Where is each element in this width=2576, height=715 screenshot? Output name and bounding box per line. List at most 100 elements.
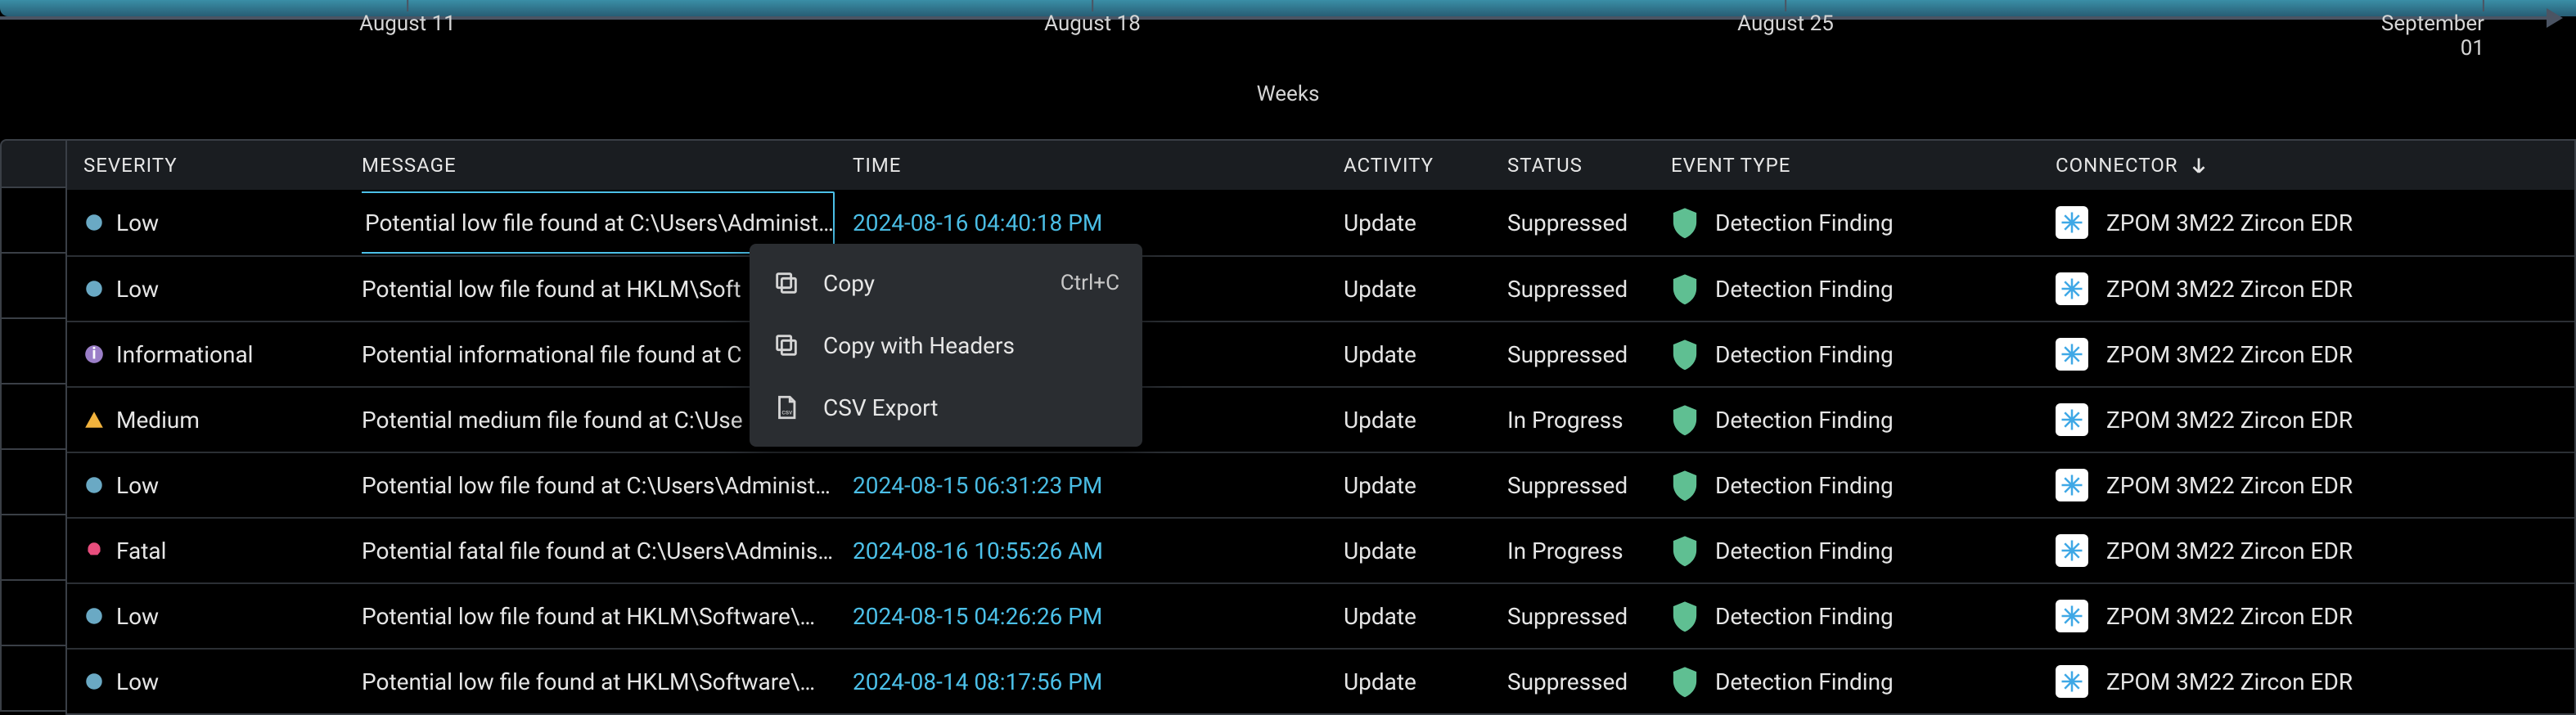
stub-cell[interactable]: [0, 188, 65, 254]
severity-fatal-icon: [83, 540, 105, 561]
severity-label: Fatal: [116, 537, 166, 564]
connector-label: ZPOM 3M22 Zircon EDR: [2106, 537, 2353, 564]
cell-event-type[interactable]: Detection Finding: [1671, 535, 2056, 566]
table-row[interactable]: LowPotential low file found at HKLM\Soft…: [67, 582, 2574, 648]
cell-event-type[interactable]: Detection Finding: [1671, 600, 2056, 632]
context-menu-item-copy[interactable]: Copy Ctrl+C: [750, 252, 1142, 314]
cell-event-type[interactable]: Detection Finding: [1671, 404, 2056, 435]
col-header-time[interactable]: Time: [853, 154, 1344, 177]
cell-time[interactable]: 2024-08-15 04:26:26 PM: [853, 603, 1344, 630]
stub-cell[interactable]: [0, 254, 65, 319]
cell-severity[interactable]: Low: [67, 472, 362, 499]
cell-connector[interactable]: ZPOM 3M22 Zircon EDR: [2056, 469, 2574, 501]
stub-cell[interactable]: [0, 384, 65, 450]
col-header-severity[interactable]: Severity: [67, 154, 362, 177]
stub-cell[interactable]: [0, 581, 65, 646]
cell-status[interactable]: Suppressed: [1507, 341, 1671, 368]
table-row[interactable]: LowPotential low file found at C:\Users\…: [67, 452, 2574, 517]
cell-activity[interactable]: Update: [1344, 537, 1507, 564]
cell-connector[interactable]: ZPOM 3M22 Zircon EDR: [2056, 403, 2574, 436]
cell-status[interactable]: Suppressed: [1507, 668, 1671, 695]
cell-severity[interactable]: Medium: [67, 407, 362, 434]
stub-cell[interactable]: [0, 319, 65, 384]
cell-activity[interactable]: Update: [1344, 341, 1507, 368]
cell-connector[interactable]: ZPOM 3M22 Zircon EDR: [2056, 600, 2574, 632]
cell-status[interactable]: Suppressed: [1507, 472, 1671, 499]
cell-activity[interactable]: Update: [1344, 603, 1507, 630]
cell-activity[interactable]: Update: [1344, 209, 1507, 236]
event-type-label: Detection Finding: [1715, 603, 1894, 630]
cell-message[interactable]: Potential low file found at HKLM\Softwar…: [362, 603, 853, 630]
severity-label: Low: [116, 668, 159, 695]
severity-label: Informational: [116, 341, 254, 368]
cell-activity[interactable]: Update: [1344, 407, 1507, 434]
severity-low-icon: [83, 278, 105, 299]
cell-event-type[interactable]: Detection Finding: [1671, 273, 2056, 304]
cell-time[interactable]: 2024-08-14 08:17:56 PM: [853, 668, 1344, 695]
cell-event-type[interactable]: Detection Finding: [1671, 666, 2056, 697]
cell-event-type[interactable]: Detection Finding: [1671, 207, 2056, 238]
col-header-message[interactable]: Message: [362, 154, 853, 177]
table-row[interactable]: LowPotential low file found at C:\Users\…: [67, 190, 2574, 255]
shield-icon: [1671, 535, 1699, 566]
table-row[interactable]: iInformationalPotential informational fi…: [67, 321, 2574, 386]
cell-severity[interactable]: Low: [67, 668, 362, 695]
context-menu-item-copy-headers[interactable]: Copy with Headers: [750, 314, 1142, 376]
cell-connector[interactable]: ZPOM 3M22 Zircon EDR: [2056, 272, 2574, 305]
cell-status[interactable]: Suppressed: [1507, 209, 1671, 236]
cell-time[interactable]: 2024-08-16 04:40:18 PM: [853, 209, 1344, 236]
cell-activity[interactable]: Update: [1344, 472, 1507, 499]
cell-status[interactable]: In Progress: [1507, 407, 1671, 434]
cell-connector[interactable]: ZPOM 3M22 Zircon EDR: [2056, 338, 2574, 371]
cell-status[interactable]: Suppressed: [1507, 276, 1671, 303]
cell-status[interactable]: In Progress: [1507, 537, 1671, 564]
cell-severity[interactable]: iInformational: [67, 341, 362, 368]
cell-severity[interactable]: Low: [67, 603, 362, 630]
stub-cell[interactable]: [0, 646, 65, 712]
col-header-event-type[interactable]: Event Type: [1671, 154, 2056, 177]
cell-event-type[interactable]: Detection Finding: [1671, 470, 2056, 501]
cell-message[interactable]: Potential low file found at C:\Users\Adm…: [362, 472, 853, 499]
cell-activity[interactable]: Update: [1344, 668, 1507, 695]
timeline-axis-label: Weeks: [1257, 82, 1320, 106]
col-header-activity[interactable]: Activity: [1344, 154, 1507, 177]
cell-time[interactable]: 2024-08-16 10:55:26 AM: [853, 537, 1344, 564]
context-menu-item-csv-export[interactable]: csv CSV Export: [750, 376, 1142, 438]
cell-severity[interactable]: Fatal: [67, 537, 362, 564]
stub-cell[interactable]: [0, 515, 65, 581]
cell-activity[interactable]: Update: [1344, 276, 1507, 303]
timeline: August 11 August 18 August 25 September …: [0, 0, 2576, 139]
col-header-connector[interactable]: Connector: [2056, 154, 2574, 177]
cell-connector[interactable]: ZPOM 3M22 Zircon EDR: [2056, 665, 2574, 698]
severity-label: Low: [116, 209, 159, 236]
col-header-status[interactable]: Status: [1507, 154, 1671, 177]
cell-message[interactable]: Potential low file found at HKLM\Softwar…: [362, 668, 853, 695]
context-menu: Copy Ctrl+C Copy with Headers csv CSV Ex…: [750, 244, 1142, 447]
connector-label: ZPOM 3M22 Zircon EDR: [2106, 472, 2353, 499]
cell-time[interactable]: 2024-08-15 06:31:23 PM: [853, 472, 1344, 499]
table-row[interactable]: MediumPotential medium file found at C:\…: [67, 386, 2574, 452]
table-row[interactable]: LowPotential low file found at HKLM\Soft…: [67, 255, 2574, 321]
connector-icon: [2056, 403, 2088, 436]
table-row[interactable]: Low Potential low file found at HKLM\Soft…: [67, 648, 2574, 713]
cell-event-type[interactable]: Detection Finding: [1671, 339, 2056, 370]
severity-low-icon: [83, 212, 105, 233]
shield-icon: [1671, 207, 1699, 238]
connector-label: ZPOM 3M22 Zircon EDR: [2106, 668, 2353, 695]
cell-message[interactable]: Potential fatal file found at C:\Users\A…: [362, 537, 853, 564]
cell-connector[interactable]: ZPOM 3M22 Zircon EDR: [2056, 534, 2574, 567]
stub-cell[interactable]: [0, 450, 65, 515]
cell-severity[interactable]: Low: [67, 276, 362, 303]
events-table: Severity Message Time Activity Status Ev…: [65, 139, 2576, 715]
table-row[interactable]: Fatal Potential fatal file found at C:\Us…: [67, 517, 2574, 582]
col-header-connector-label: Connector: [2056, 154, 2178, 177]
cell-connector[interactable]: ZPOM 3M22 Zircon EDR: [2056, 206, 2574, 239]
copy-icon: [772, 269, 800, 297]
cell-status[interactable]: Suppressed: [1507, 603, 1671, 630]
cell-severity[interactable]: Low: [67, 209, 362, 236]
message-text: Potential low file found at HKLM\Softwar…: [362, 668, 815, 695]
event-type-label: Detection Finding: [1715, 209, 1894, 236]
message-text: Potential fatal file found at C:\Users\A…: [362, 537, 833, 564]
table-left-stub: [0, 139, 65, 712]
stub-header: [0, 139, 65, 188]
